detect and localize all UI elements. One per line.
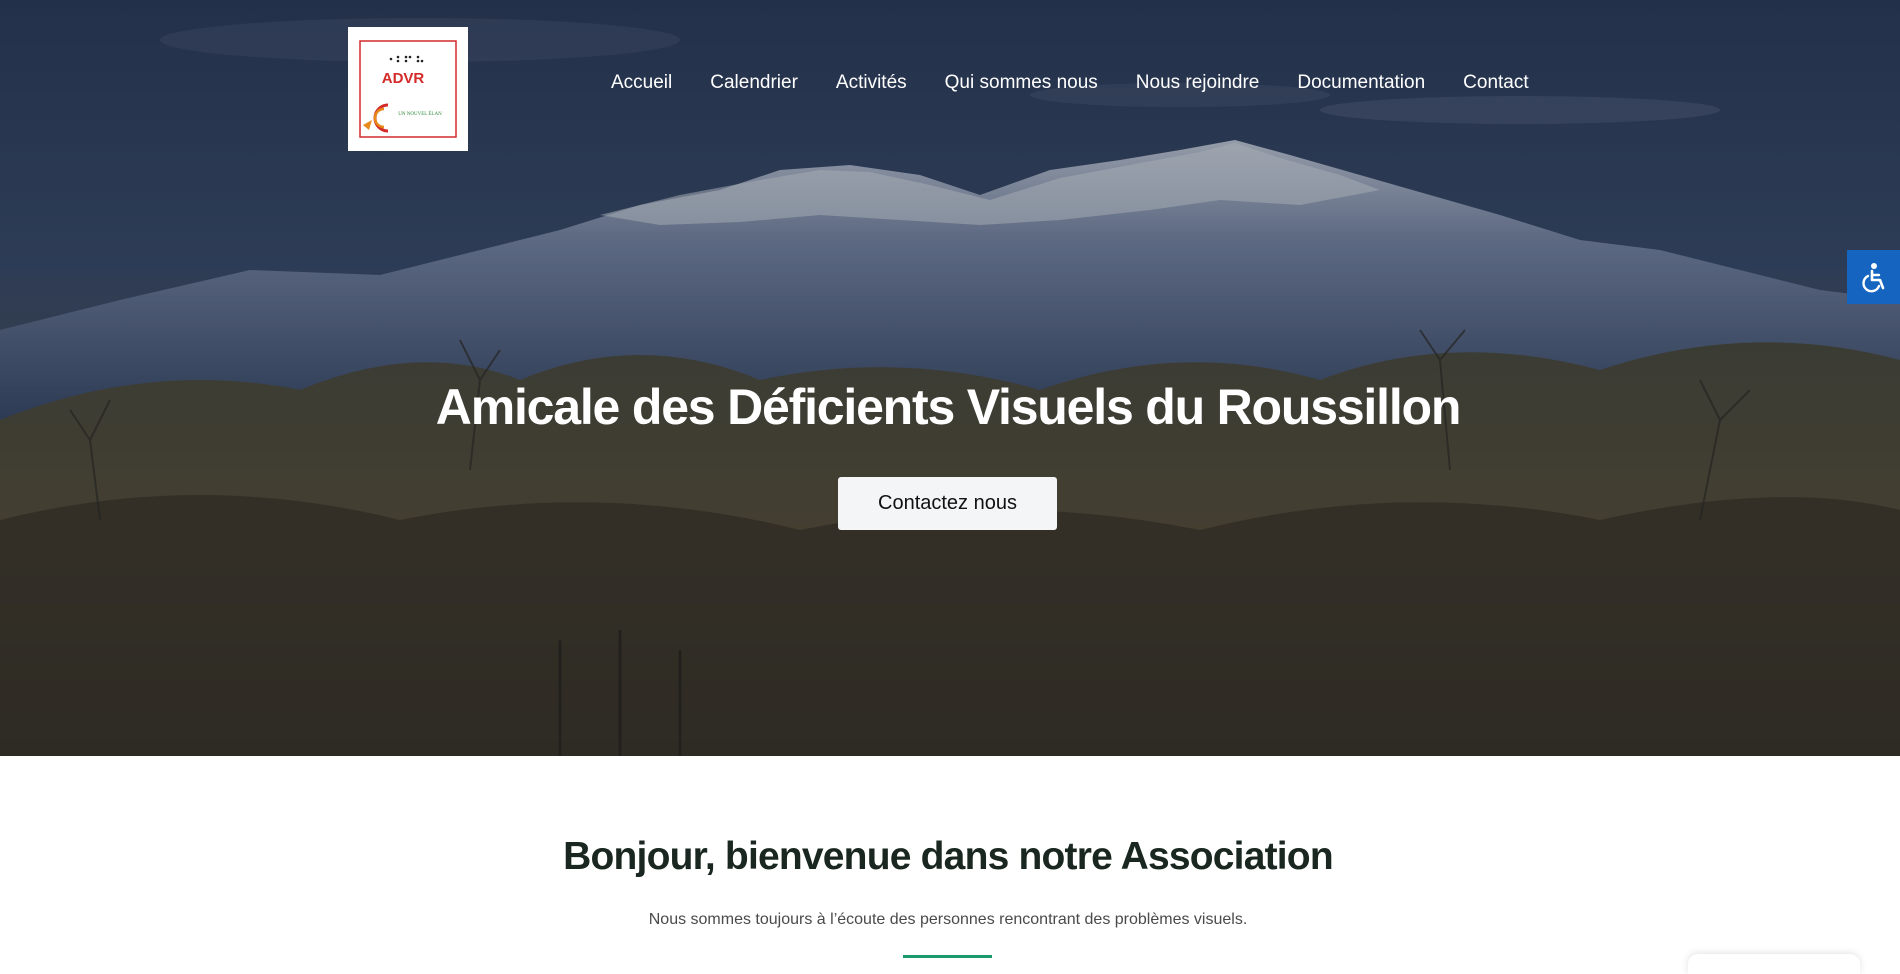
nav-item-documentation[interactable]: Documentation [1297,72,1425,94]
nav-item-calendrier[interactable]: Calendrier [710,72,798,94]
contact-us-button[interactable]: Contactez nous [838,477,1057,530]
nav-item-activites[interactable]: Activités [836,72,907,94]
nav-item-nous-rejoindre[interactable]: Nous rejoindre [1136,72,1260,94]
svg-text:ADVR: ADVR [382,70,425,87]
hero-title: Amicale des Déficients Visuels du Roussi… [435,379,1462,435]
hero-section: ADVR UN NOUVEL ÉLAN Accueil Calendrier A… [0,0,1900,756]
nav-item-qui-sommes-nous[interactable]: Qui sommes nous [945,72,1098,94]
nav-item-accueil[interactable]: Accueil [611,72,672,94]
advr-logo-icon: ADVR UN NOUVEL ÉLAN [359,40,457,138]
svg-text:UN NOUVEL ÉLAN: UN NOUVEL ÉLAN [398,111,442,117]
welcome-heading: Bonjour, bienvenue dans notre Associatio… [563,835,1334,878]
accessibility-toolbar-button[interactable] [1847,250,1900,304]
section-divider [903,955,992,958]
floating-widget[interactable] [1688,954,1860,974]
site-logo[interactable]: ADVR UN NOUVEL ÉLAN [348,27,468,151]
nav-item-contact[interactable]: Contact [1463,72,1528,94]
wheelchair-icon [1861,263,1884,293]
main-navigation: Accueil Calendrier Activités Qui sommes … [611,72,1529,94]
welcome-subtitle: Nous sommes toujours à l’écoute des pers… [648,911,1248,928]
